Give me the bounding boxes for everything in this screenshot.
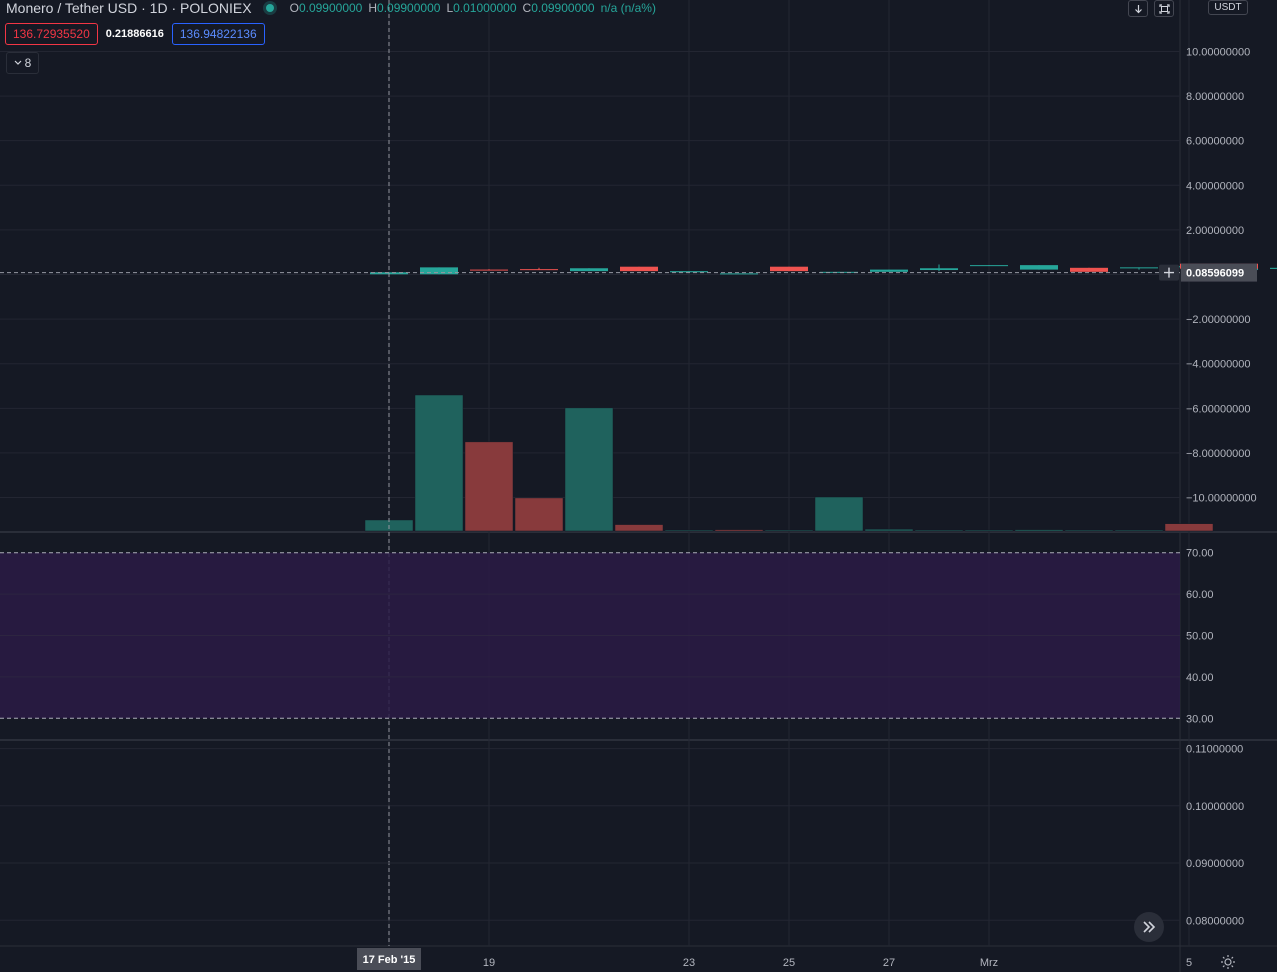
fullscreen-icon [1158, 3, 1170, 14]
time-axis-tick-label: 25 [783, 957, 795, 969]
crosshair-date-label: 17 Feb '15 [363, 954, 416, 966]
currency-unit-button[interactable]: USDT [1208, 0, 1248, 15]
volume-bar [664, 529, 714, 532]
lower-axis-tick-label: 0.11000000 [1186, 744, 1243, 756]
lower-axis-tick-label: 0.08000000 [1186, 915, 1244, 927]
buy-price-button[interactable]: 136.94822136 [171, 23, 265, 45]
scroll-to-realtime-button[interactable] [1134, 912, 1164, 942]
lower-axis-tick-label: 0.09000000 [1186, 858, 1244, 870]
price-axis-tick-label: 2.00000000 [1186, 225, 1244, 237]
rsi-axis-tick-label: 50.00 [1186, 631, 1214, 643]
chart-root[interactable]: 10.00000000 8.00000000 6.00000000 4.0000000… [0, 0, 1277, 972]
candle-body [570, 268, 608, 272]
price-axis-tick-label: −8.00000000 [1186, 448, 1251, 460]
volume-bar [1114, 529, 1164, 532]
rsi-axis-tick-label: 70.00 [1186, 548, 1214, 560]
symbol-title[interactable]: Monero / Tether USD · 1D · POLONIEX [6, 0, 252, 16]
candle-body [520, 269, 558, 271]
ohlc-values: O0.09900000 H0.09900000 L0.01000000 C0.0… [290, 1, 656, 15]
volume-bar [1164, 523, 1214, 532]
chevron-down-icon [14, 60, 22, 65]
volume-bar [514, 497, 564, 532]
ohlc-low-value: 0.01000000 [453, 1, 517, 15]
legend-header: Monero / Tether USD · 1D · POLONIEX O0.0… [6, 0, 656, 16]
candle-body [870, 269, 908, 272]
price-axis-tick-label: −10.00000000 [1186, 493, 1257, 505]
rsi-axis-tick-label: 40.00 [1186, 672, 1214, 684]
volume-bar [564, 407, 614, 532]
ohlc-close-value: 0.09900000 [531, 1, 595, 15]
price-axis-tick-label: 8.00000000 [1186, 91, 1244, 103]
chart-canvas[interactable]: 10.00000000 8.00000000 6.00000000 4.0000000… [0, 0, 1277, 972]
lower-axis-tick-label: 0.10000000 [1186, 801, 1244, 813]
candle-body [820, 271, 858, 273]
crosshair-price-label: 0.08596099 [1186, 268, 1244, 280]
price-axis-tick-label: 10.00000000 [1186, 46, 1250, 58]
gear-icon [1221, 955, 1235, 969]
scroll-down-button[interactable] [1128, 0, 1148, 17]
ohlc-high-value: 0.09900000 [377, 1, 441, 15]
indicators-count: 8 [24, 56, 32, 70]
sell-price-button[interactable]: 136.72935520 [5, 23, 98, 45]
rsi-axis-tick-label: 30.00 [1186, 713, 1214, 725]
bid-ask-row: 136.72935520 0.21886616 136.94822136 [5, 23, 265, 45]
arrow-down-icon [1134, 4, 1142, 13]
volume-bar [914, 529, 964, 532]
time-axis-tick-label: 5 [1186, 957, 1192, 969]
price-axis-tick-label: 4.00000000 [1186, 180, 1244, 192]
time-axis-tick-label: 27 [883, 957, 895, 969]
ohlc-close-key: C [522, 1, 532, 15]
ohlc-open-value: 0.09900000 [298, 1, 363, 15]
time-axis-tick-label: Mrz [980, 957, 998, 969]
price-axis-tick-label: −2.00000000 [1186, 314, 1251, 326]
chart-settings-button[interactable] [1219, 953, 1237, 971]
volume-bar [414, 394, 464, 532]
candle-body [770, 266, 808, 272]
volume-bar [1014, 529, 1064, 532]
candle-body [1020, 265, 1058, 270]
candle-body [620, 266, 658, 272]
rsi-axis-tick-label: 60.00 [1186, 589, 1214, 601]
time-axis-tick-label: 19 [483, 957, 495, 969]
volume-bar [1064, 529, 1114, 532]
candle-body [420, 267, 458, 275]
candle-body [1120, 267, 1158, 269]
ohlc-high-key: H [368, 1, 378, 15]
ohlc-open-key: O [289, 1, 299, 15]
candle-body [1270, 267, 1277, 269]
ohlc-change-value: n/a (n/a%) [600, 1, 656, 15]
spread-value: 0.21886616 [105, 28, 164, 40]
volume-bar [964, 529, 1014, 532]
volume-bar [764, 529, 814, 532]
volume-bar [614, 524, 664, 532]
candle-body [1070, 267, 1108, 272]
time-axis-tick-label: 23 [683, 957, 695, 969]
volume-bar [814, 496, 864, 532]
market-status-icon[interactable] [265, 4, 274, 12]
volume-bar [464, 441, 514, 532]
double-chevron-right-icon [1143, 921, 1156, 933]
candle-body [720, 273, 758, 275]
candle-body [920, 268, 958, 271]
candle-body [470, 269, 508, 271]
price-axis-tick-label: −4.00000000 [1186, 359, 1251, 371]
price-axis-tick-label: 6.00000000 [1186, 136, 1244, 148]
volume-bar [864, 528, 914, 532]
candle-body [970, 265, 1008, 267]
fullscreen-button[interactable] [1154, 0, 1174, 17]
price-axis-tick-label: −6.00000000 [1186, 403, 1251, 415]
volume-bar [714, 529, 764, 532]
indicators-toggle-button[interactable]: 8 [6, 52, 39, 74]
